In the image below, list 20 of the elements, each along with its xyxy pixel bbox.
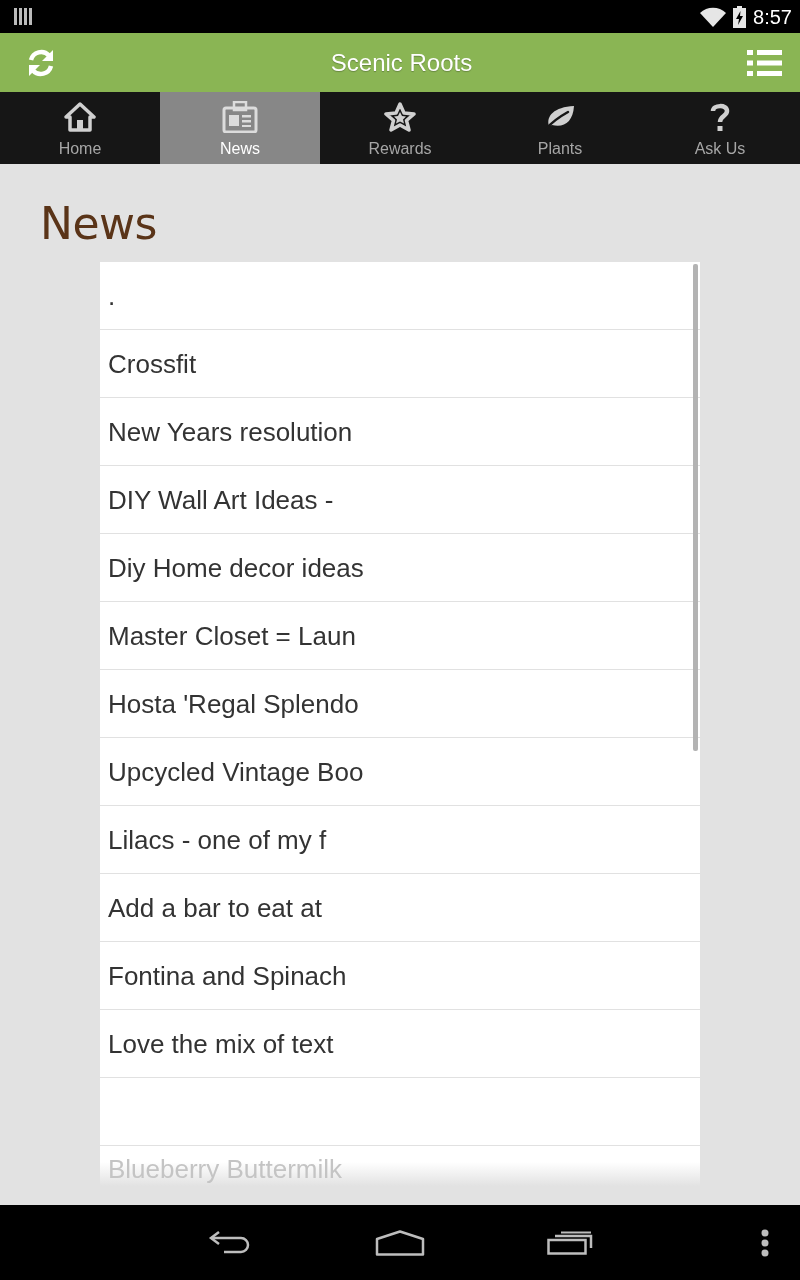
news-item[interactable]: Fontina and Spinach (100, 942, 700, 1010)
app-title: Scenic Roots (330, 48, 473, 77)
clock-time: 8:57 (753, 5, 792, 28)
page-heading: News (40, 198, 157, 250)
wifi-icon (700, 6, 727, 27)
news-item[interactable]: Add a bar to eat at (100, 874, 700, 942)
battery-charging-icon (733, 5, 747, 28)
news-item[interactable]: Upcycled Vintage Boo (100, 738, 700, 806)
news-item[interactable]: Lilacs - one of my f (100, 806, 700, 874)
news-item[interactable]: Love the mix of text (100, 1010, 700, 1078)
recent-apps-icon[interactable] (547, 1230, 593, 1255)
id-card-icon (222, 101, 258, 133)
overflow-menu-icon[interactable] (760, 1228, 770, 1257)
nav-tab[interactable]: News (160, 92, 320, 164)
star-icon (384, 102, 416, 132)
bars-icon (14, 8, 32, 25)
home-icon[interactable] (375, 1229, 425, 1256)
back-icon[interactable] (208, 1230, 252, 1255)
question-mark-icon (710, 102, 730, 132)
home-icon (64, 102, 96, 132)
